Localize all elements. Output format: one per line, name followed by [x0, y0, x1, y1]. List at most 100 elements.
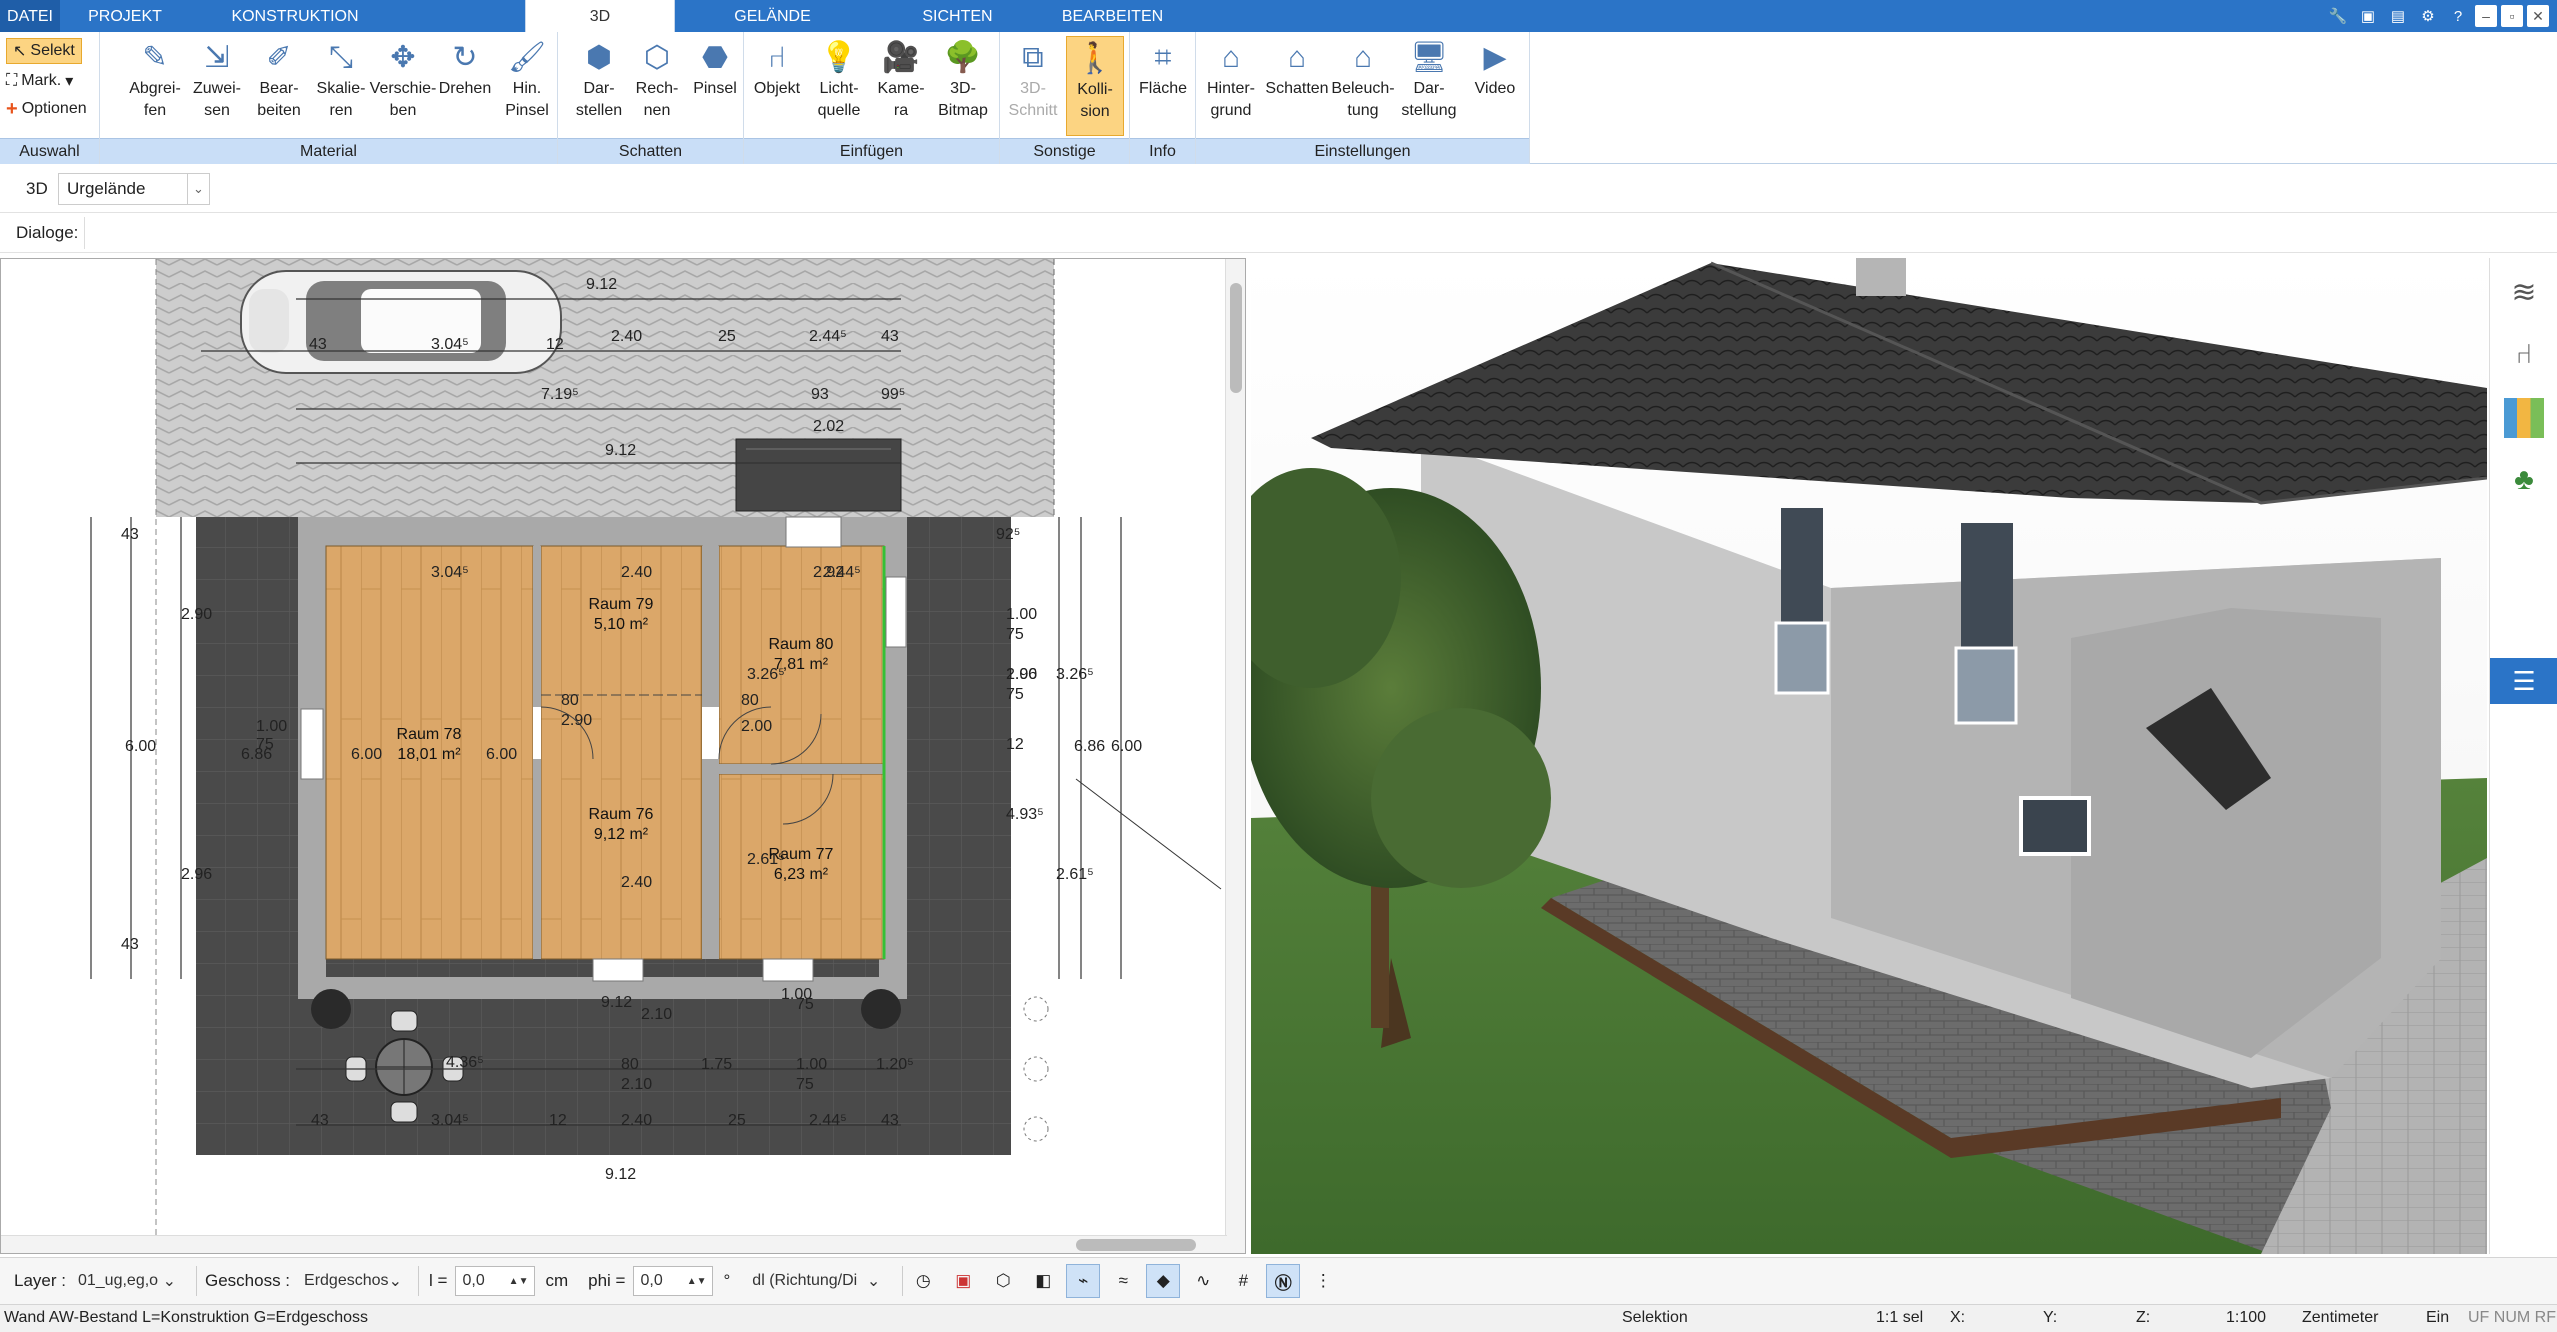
ribbon-einfuegen-button-0[interactable]: ⑁ Objekt [748, 36, 806, 136]
divider [84, 217, 85, 249]
dimension-label: 80 [621, 1056, 639, 1073]
ribbon-einstellungen-button-3[interactable]: 🖥 Dar-stellung [1400, 36, 1458, 136]
mark-icon: ⛶ [6, 72, 18, 89]
dl-select[interactable]: dl (Richtung/Di ⌄ [746, 1266, 886, 1296]
ribbon-button-label: ren [329, 102, 353, 119]
scrollbar-thumb[interactable] [1230, 283, 1242, 393]
cube-icon[interactable]: ⬡ [986, 1264, 1020, 1298]
dimension-label: 2.40 [621, 564, 652, 581]
more-icon[interactable]: ⋮ [1306, 1264, 1340, 1298]
phi-unit: ° [723, 1271, 731, 1290]
geschoss-select[interactable]: Erdgeschos ⌄ [298, 1266, 408, 1296]
car-object[interactable] [240, 270, 562, 374]
ribbon-material-button-0[interactable]: ✎ Abgrei-fen [126, 36, 184, 136]
ribbon-material-button-6[interactable]: 🖌 Hin. Pinsel [498, 36, 556, 136]
ribbon-einfuegen-button-3[interactable]: 🌳 3D- Bitmap [934, 36, 992, 136]
ribbon-schatten-button-0[interactable]: ⬢ Dar-stellen [570, 36, 628, 136]
tab-konstruktion[interactable]: KONSTRUKTION [190, 0, 400, 32]
chair-icon[interactable]: ⑁ [2504, 334, 2544, 374]
status-selection: 1:1 sel [1876, 1309, 1924, 1326]
area-icon: ⌗ [1154, 41, 1172, 74]
ribbon-material-button-5[interactable]: ↻ Drehen [436, 36, 494, 136]
wave-icon[interactable]: ∿ [1186, 1264, 1220, 1298]
ribbon-schatten-button-2[interactable]: ⬣ Pinsel [686, 36, 744, 136]
ribbon-sonstige-button-0[interactable]: ⧉ 3D- Schnitt [1004, 36, 1062, 136]
help-icon[interactable]: ? [2445, 3, 2471, 29]
spinner-icon[interactable]: ▲▼ [687, 1276, 707, 1287]
dimension-label: 6.00 [351, 746, 382, 763]
north-icon[interactable]: Ⓝ [1266, 1264, 1301, 1298]
display-icon: 🖥 [1409, 41, 1449, 74]
terrain-select[interactable]: Urgelände ⌄ [58, 173, 210, 205]
ribbon-button-label: Rech- [635, 80, 679, 97]
terrain-icon[interactable]: ⌁ [1066, 1264, 1101, 1298]
dimension-label: 93 [811, 386, 829, 403]
group-schatten: ⬢ Dar-stellen ⬡ Rech-nen ⬣ Pinsel Schatten [558, 32, 744, 164]
materials-icon[interactable] [2504, 398, 2544, 438]
tab-sichten[interactable]: SICHTEN [870, 0, 1045, 32]
monitor-icon[interactable]: ▣ [946, 1264, 980, 1298]
outdoor-object[interactable] [735, 438, 902, 512]
view-mode-label: 3D [26, 179, 48, 198]
ribbon-material-button-2[interactable]: ✐ Bear-beiten [250, 36, 308, 136]
minimize-icon[interactable]: – [2475, 5, 2497, 27]
tab-projekt[interactable]: PROJEKT [60, 0, 190, 32]
menu-icon[interactable]: ☰ [2490, 658, 2557, 704]
dimension-label: 99⁵ [881, 386, 905, 403]
tab-3d[interactable]: 3D [525, 0, 675, 32]
spinner-icon[interactable]: ▲▼ [509, 1276, 529, 1287]
clock-icon[interactable]: ◷ [906, 1264, 940, 1298]
3d-view[interactable] [1251, 258, 2487, 1254]
ribbon-einfuegen-button-1[interactable]: 💡 Licht-quelle [810, 36, 868, 136]
close-icon[interactable]: ✕ [2527, 5, 2549, 27]
optionen-button[interactable]: + Optionen [6, 96, 87, 122]
settings-icon[interactable]: ⚙ [2415, 3, 2441, 29]
ribbon-info-button-0[interactable]: ⌗ Fläche [1134, 36, 1192, 136]
phi-input[interactable]: 0,0 ▲▼ [633, 1266, 714, 1296]
mark-button[interactable]: ⛶ Mark. ▾ [6, 68, 73, 94]
ribbon-einstellungen-button-1[interactable]: ⌂ Schatten [1265, 36, 1328, 136]
selekt-button[interactable]: ↖ Selekt [6, 38, 82, 64]
plane-icon[interactable]: ◆ [1146, 1264, 1181, 1298]
ribbon-material-button-4[interactable]: ✥ Verschie-ben [370, 36, 437, 136]
plan-horizontal-scrollbar[interactable] [1, 1235, 1227, 1253]
ribbon-material-button-1[interactable]: ⇲ Zuwei-sen [188, 36, 246, 136]
ribbon-button-label: quelle [817, 102, 861, 119]
grid-icon[interactable]: # [1226, 1264, 1260, 1298]
layer-select[interactable]: 01_ug,eg,o ⌄ [72, 1266, 182, 1296]
ribbon-button-label: beiten [257, 102, 301, 119]
tree-icon: 🌳 [944, 41, 982, 74]
save-icon[interactable]: ▣ [2355, 3, 2381, 29]
ribbon-einfuegen-button-2[interactable]: 🎥 Kame-ra [872, 36, 930, 136]
tab-gelaende[interactable]: GELÄNDE [690, 0, 855, 32]
ribbon-button-label: stellung [1401, 102, 1457, 119]
dimension-label: 75 [796, 1076, 814, 1093]
group-einfuegen: ⑁ Objekt 💡 Licht-quelle 🎥 Kame-ra 🌳 3D- Bitmap E… [744, 32, 1000, 164]
ribbon-einstellungen-button-2[interactable]: ⌂ Beleuch-tung [1331, 36, 1394, 136]
restore-icon[interactable]: ▫ [2501, 5, 2523, 27]
layers-icon[interactable]: ◧ [1026, 1264, 1060, 1298]
dimension-label: 9.12 [601, 994, 632, 1011]
ribbon-schatten-button-1[interactable]: ⬡ Rech-nen [628, 36, 686, 136]
dimension-label: 1.20⁵ [876, 1056, 914, 1073]
window [2019, 796, 2091, 856]
tab-bearbeiten[interactable]: BEARBEITEN [1045, 0, 1180, 32]
ribbon-einstellungen-button-0[interactable]: ⌂ Hinter-grund [1202, 36, 1260, 136]
dimension-label: 12 [546, 336, 564, 353]
length-input[interactable]: 0,0 ▲▼ [455, 1266, 536, 1296]
window-icon[interactable]: ▤ [2385, 3, 2411, 29]
ribbon-material-button-3[interactable]: ⤡ Skalie-ren [312, 36, 370, 136]
floor-plan-view[interactable]: 9.12 2.40 25 2.44⁵ 43 3.04⁵ 12 43 93 99⁵ 2.02 7.19⁵… [0, 258, 1246, 1254]
ribbon-einstellungen-button-4[interactable]: ▶ Video [1466, 36, 1524, 136]
tools-icon[interactable]: 🔧 [2325, 3, 2351, 29]
cut-icon: ⧉ [1022, 41, 1044, 74]
plan-vertical-scrollbar[interactable] [1225, 259, 1245, 1253]
hatch-icon[interactable]: ≈ [1106, 1264, 1140, 1298]
scrollbar-thumb[interactable] [1076, 1239, 1196, 1251]
tree-icon[interactable]: ♣ [2504, 460, 2544, 500]
layers-icon[interactable]: ≋ [2504, 272, 2544, 312]
tab-datei[interactable]: DATEI [0, 0, 60, 32]
ribbon-sonstige-button-1[interactable]: 🚶 Kolli-sion [1066, 36, 1124, 136]
ribbon-button-label: Bitmap [938, 102, 988, 119]
ribbon-button-label: 3D- [1020, 80, 1046, 97]
